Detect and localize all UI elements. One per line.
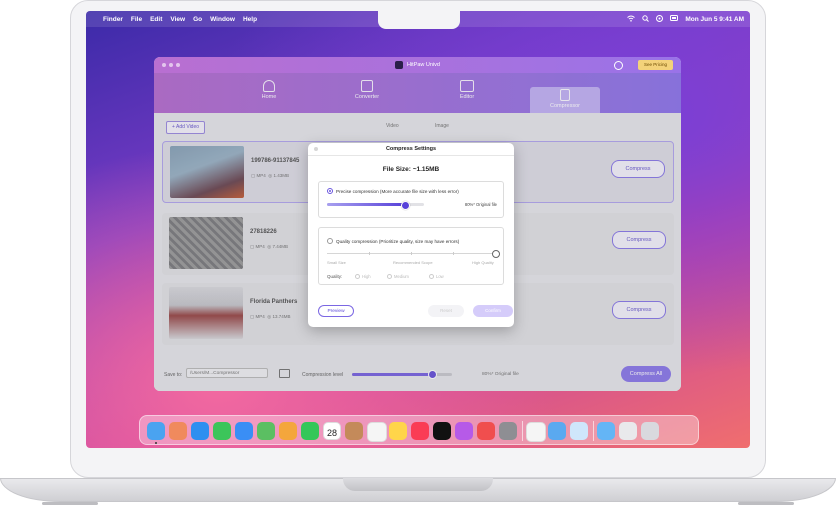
precise-size-slider[interactable] (327, 200, 424, 210)
reminders-icon[interactable] (367, 422, 387, 442)
zoom-window-button[interactable] (176, 63, 180, 67)
menu-clock[interactable]: Mon Jun 5 9:41 AM (685, 16, 744, 23)
contacts-icon[interactable] (345, 422, 363, 440)
precise-size-value: 80%* Original file (464, 202, 497, 207)
dialog-divider (308, 155, 514, 156)
folder-icon[interactable] (597, 422, 615, 440)
pages-icon[interactable] (526, 422, 546, 442)
slider-tick (453, 252, 454, 255)
music-icon[interactable] (411, 422, 429, 440)
quality-compression-panel: Quality compression (Prioritize quality,… (318, 227, 504, 285)
quality-low-label: Low (436, 274, 444, 279)
menu-finder[interactable]: Finder (103, 16, 123, 23)
dock-separator (593, 421, 594, 441)
app-titlebar: HitPaw Univd See Pricing (154, 57, 681, 73)
quality-slider[interactable] (327, 250, 500, 258)
scale-recommended: Recommended Scope (393, 260, 433, 265)
desktop-screen: Finder File Edit View Go Window Help Mon… (86, 11, 750, 448)
window-controls (162, 63, 180, 67)
radio-medium[interactable] (387, 274, 392, 279)
launchpad-icon[interactable] (169, 422, 187, 440)
control-center-icon[interactable] (656, 14, 664, 24)
spotlight-search-icon[interactable] (642, 14, 650, 24)
menu-edit[interactable]: Edit (150, 16, 162, 23)
radio-low[interactable] (429, 274, 434, 279)
quality-option-low[interactable]: Low (429, 274, 444, 279)
news-icon[interactable] (477, 422, 495, 440)
menu-go[interactable]: Go (193, 16, 202, 23)
mail-icon[interactable] (235, 422, 253, 440)
scale-high-quality: High Quality (472, 260, 494, 265)
document-icon[interactable] (619, 422, 637, 440)
quality-option-high[interactable]: High (355, 274, 371, 279)
dock-separator (522, 421, 523, 441)
quality-medium-label: Medium (394, 274, 409, 279)
app-logo-icon (394, 61, 403, 69)
podcasts-icon[interactable] (455, 422, 473, 440)
safari-icon[interactable] (191, 422, 209, 440)
quality-compression-label: Quality compression (Prioritize quality,… (336, 239, 460, 244)
precise-compression-label: Precise compression (More accurate file … (336, 189, 459, 194)
laptop-foot-left (42, 502, 98, 505)
minimize-window-button[interactable] (169, 63, 173, 67)
facetime-icon[interactable] (301, 422, 319, 440)
tv-icon[interactable] (433, 422, 451, 440)
display-icon[interactable] (670, 14, 679, 24)
quality-high-label: High (362, 274, 371, 279)
see-pricing-button[interactable]: See Pricing (637, 60, 673, 70)
quality-option-medium[interactable]: Medium (387, 274, 409, 279)
notes-icon[interactable] (389, 422, 407, 440)
laptop-opening-notch (343, 478, 493, 491)
wifi-icon[interactable] (627, 15, 636, 24)
photos-icon[interactable] (279, 422, 297, 440)
maps-icon[interactable] (257, 422, 275, 440)
menu-window[interactable]: Window (210, 16, 235, 23)
menu-view[interactable]: View (170, 16, 185, 23)
quality-slider-knob[interactable] (492, 250, 500, 258)
dialog-title: Compress Settings (385, 146, 437, 152)
camera-notch (378, 11, 460, 29)
precise-compression-radio[interactable] (327, 188, 333, 194)
confirm-button[interactable]: Confirm (473, 305, 513, 317)
preview-button[interactable]: Preview (318, 305, 354, 317)
messages-icon[interactable] (213, 422, 231, 440)
account-icon[interactable] (614, 61, 623, 70)
dock: 28 (139, 415, 699, 445)
laptop-foot-right (738, 502, 794, 505)
app-title: HitPaw Univd (406, 62, 440, 68)
compress-settings-dialog: Compress Settings File Size: ~1.15MB Pre… (308, 143, 514, 327)
trash-icon[interactable] (641, 422, 659, 440)
app-icon[interactable] (570, 422, 588, 440)
slider-tick (369, 252, 370, 255)
slider-tick (411, 252, 412, 255)
precise-size-fill (327, 203, 405, 206)
reset-button[interactable]: Reset (428, 305, 464, 317)
scale-small-size: Small Size (327, 260, 346, 265)
quality-compression-radio[interactable] (327, 238, 333, 244)
close-window-button[interactable] (162, 63, 166, 67)
precise-compression-panel: Precise compression (More accurate file … (318, 181, 504, 218)
finder-icon[interactable] (147, 422, 165, 440)
precise-size-knob[interactable] (400, 200, 410, 210)
menu-help[interactable]: Help (243, 16, 257, 23)
calendar-icon[interactable]: 28 (323, 422, 341, 440)
preview-icon[interactable] (548, 422, 566, 440)
settings-icon[interactable] (499, 422, 517, 440)
running-indicator (155, 442, 157, 444)
quality-heading: Quality: (327, 274, 343, 279)
estimated-file-size: File Size: ~1.15MB (382, 166, 440, 173)
menu-file[interactable]: File (131, 16, 142, 23)
radio-high[interactable] (355, 274, 360, 279)
